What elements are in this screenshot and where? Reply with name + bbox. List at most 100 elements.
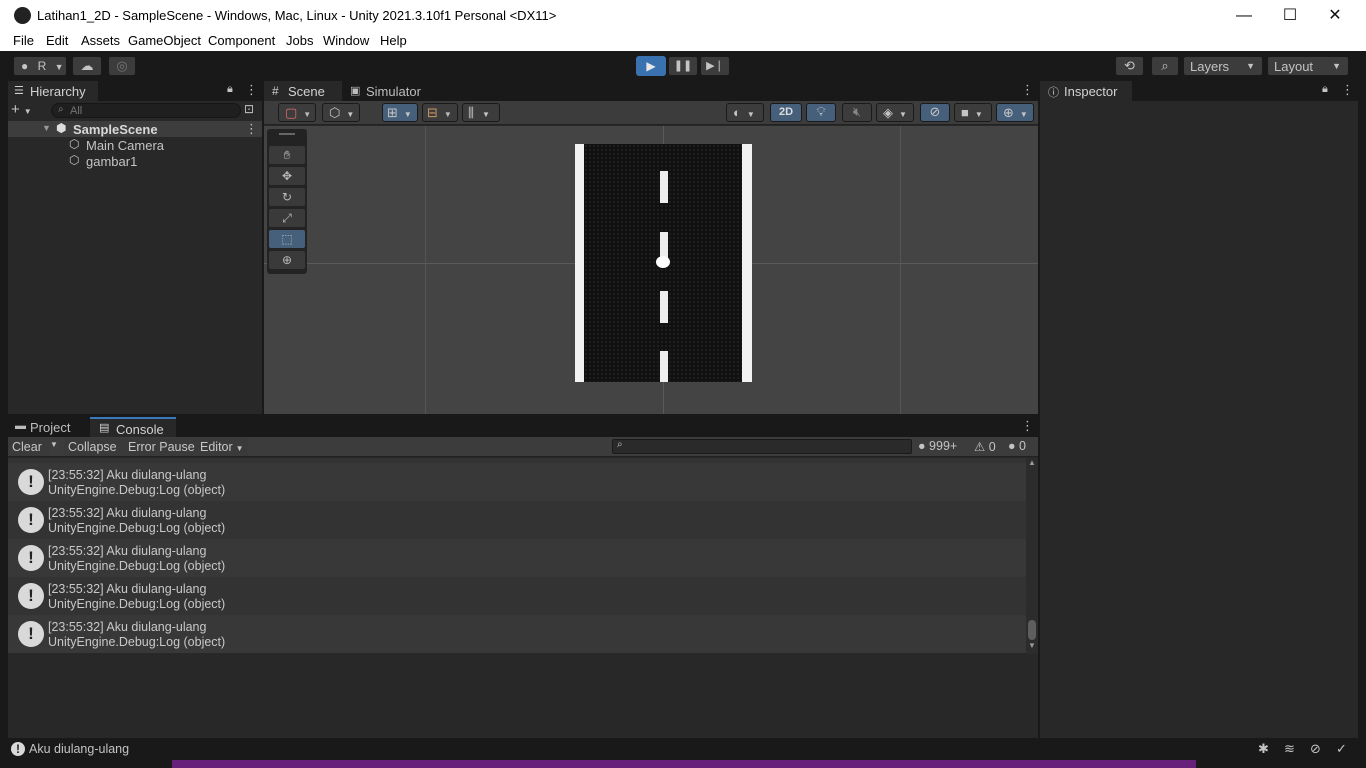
search-button[interactable]: ⌕ — [1151, 56, 1179, 76]
account-icon: ● — [21, 59, 29, 73]
error-count-toggle[interactable]: ● 0 — [1008, 439, 1026, 453]
list-item[interactable]: ! [23:55:32] Aku diulang-ulang UnityEngin… — [8, 539, 1026, 577]
transform-tool-button[interactable]: ⊕ — [269, 251, 305, 269]
audio-toggle[interactable]: 🔇︎ — [842, 103, 872, 122]
align-icon: ⫼ — [468, 105, 474, 120]
cache-server-icon[interactable]: ≋ — [1284, 741, 1295, 757]
list-item[interactable]: ! [23:55:32] Aku diulang-ulang UnityEngin… — [8, 615, 1026, 653]
more-options-icon[interactable]: ⋮ — [245, 82, 258, 98]
warning-count: 0 — [988, 440, 996, 454]
layout-dropdown[interactable]: Layout ▼ — [1267, 56, 1349, 76]
add-object-button[interactable]: + ▼ — [11, 102, 41, 118]
chevron-down-icon: ▼ — [1332, 61, 1341, 71]
menu-bar: File Edit Assets GameObject Component Jo… — [0, 31, 1366, 51]
hand-tool-button[interactable]: ✋︎ — [269, 146, 305, 164]
toggle-2d-button[interactable]: 2D — [770, 103, 802, 122]
menu-jobs[interactable]: Jobs — [286, 33, 313, 48]
account-dropdown[interactable]: ● R ▼ — [13, 56, 67, 76]
scene-search-icon[interactable]: ⊡ — [244, 102, 254, 116]
render-mode-dropdown[interactable]: ⬡ ▼ — [322, 103, 360, 122]
gizmos-dropdown[interactable]: ⊕ ▼ — [996, 103, 1034, 122]
scrollbar-thumb[interactable] — [1028, 620, 1036, 640]
scene-canvas[interactable]: ✋︎ ✥ ↻ ⤢ ⬚ ⊕ — [264, 126, 1038, 414]
undo-history-button[interactable]: ⟲ — [1115, 56, 1144, 76]
shading-mode-dropdown[interactable]: ◐ ▼ — [726, 103, 764, 122]
tab-scene[interactable]: # Scene — [264, 81, 342, 101]
console-scrollbar[interactable]: ▲ ▼ — [1026, 458, 1038, 654]
menu-assets[interactable]: Assets — [81, 33, 120, 48]
increment-snap-dropdown[interactable]: ⊟ ▼ — [422, 103, 458, 122]
snap-grid-dropdown[interactable]: ⊞ ▼ — [382, 103, 418, 122]
console-search-input[interactable]: ⌕ — [612, 439, 912, 454]
list-item[interactable]: ! [23:55:32] Aku diulang-ulang UnityEngin… — [8, 463, 1026, 501]
drag-handle-icon[interactable] — [279, 133, 295, 135]
layers-dropdown[interactable]: Layers ▼ — [1183, 56, 1263, 76]
maximize-button[interactable]: ☐ — [1267, 0, 1313, 31]
collapse-button[interactable]: Collapse — [64, 438, 124, 456]
more-options-icon[interactable]: ⋮ — [1021, 418, 1034, 434]
hierarchy-item[interactable]: ⬡ gambar1 — [8, 153, 262, 169]
step-button[interactable]: ▶❘ — [700, 56, 730, 76]
list-item[interactable]: ! [23:55:32] Aku diulang-ulang UnityEngin… — [8, 501, 1026, 539]
list-icon: ☰ — [14, 85, 24, 97]
gizmo-globe-icon: ⊕ — [1003, 105, 1014, 120]
checkmark-icon[interactable]: ✓ — [1336, 741, 1347, 757]
clear-options-dropdown[interactable]: ▼ — [50, 440, 62, 449]
bug-icon[interactable]: ✱ — [1258, 741, 1269, 757]
console-log-list: ! [23:55:32] Aku diulang-ulang UnityEngin… — [8, 458, 1026, 654]
draw-mode-dropdown[interactable]: ▢ ▼ — [278, 103, 316, 122]
camera-dropdown[interactable]: ■ ▼ — [954, 103, 992, 122]
editor-dropdown[interactable]: Editor ▼ — [196, 438, 248, 456]
lane-marking — [660, 291, 668, 323]
hierarchy-item-label: gambar1 — [86, 154, 138, 169]
menu-file[interactable]: File — [13, 33, 34, 48]
play-button[interactable]: ▶ — [636, 56, 666, 76]
tab-inspector[interactable]: ⓘ Inspector — [1040, 81, 1132, 101]
effects-dropdown[interactable]: ◈ ▼ — [876, 103, 914, 122]
minimize-button[interactable]: — — [1221, 0, 1267, 31]
more-options-icon[interactable]: ⋮ — [1021, 82, 1034, 98]
error-pause-button[interactable]: Error Pause — [124, 438, 196, 456]
menu-help[interactable]: Help — [380, 33, 407, 48]
move-handle-icon[interactable] — [656, 256, 670, 268]
status-message[interactable]: Aku diulang-ulang — [29, 742, 129, 756]
scene-visibility-toggle[interactable]: ⊘ — [920, 103, 950, 122]
lock-icon[interactable]: 🔒︎ — [227, 83, 233, 96]
hierarchy-scene-row[interactable]: ▼ ⬢ SampleScene ⋮ — [8, 121, 262, 137]
menu-edit[interactable]: Edit — [46, 33, 68, 48]
road-sprite-border[interactable] — [575, 144, 752, 382]
menu-gameobject[interactable]: GameObject — [128, 33, 201, 48]
align-dropdown[interactable]: ⫼ ▼ — [462, 103, 500, 122]
scale-tool-button[interactable]: ⤢ — [269, 209, 305, 227]
more-options-icon[interactable]: ⋮ — [245, 121, 258, 137]
list-item[interactable]: ! [23:55:32] Aku diulang-ulang UnityEngin… — [8, 577, 1026, 615]
auto-generate-lighting-icon[interactable]: ⊘ — [1310, 741, 1321, 757]
hierarchy-search-input[interactable] — [70, 104, 230, 117]
tab-hierarchy[interactable]: ☰ Hierarchy — [8, 81, 98, 101]
pause-button[interactable]: ❚❚ — [668, 56, 698, 76]
close-button[interactable]: ✕ — [1312, 0, 1358, 31]
hierarchy-search-box[interactable]: ⌕ — [51, 103, 241, 118]
warning-count-toggle[interactable]: ⚠ 0 — [974, 439, 996, 454]
scroll-up-icon[interactable]: ▲ — [1028, 458, 1036, 467]
scroll-down-icon[interactable]: ▼ — [1028, 641, 1036, 650]
lighting-toggle[interactable]: 💡︎ — [806, 103, 836, 122]
tab-project[interactable]: ▬ Project — [8, 417, 88, 437]
lock-icon[interactable]: 🔒︎ — [1322, 83, 1328, 96]
menu-component[interactable]: Component — [208, 33, 275, 48]
log-count-toggle[interactable]: ● 999+ — [918, 439, 957, 453]
menu-window[interactable]: Window — [323, 33, 369, 48]
hierarchy-item[interactable]: ⬡ Main Camera — [8, 137, 262, 153]
tab-simulator[interactable]: ▣ Simulator — [344, 81, 434, 101]
tab-console[interactable]: ▤ Console — [90, 417, 176, 437]
rect-tool-button[interactable]: ⬚ — [269, 230, 305, 248]
more-options-icon[interactable]: ⋮ — [1341, 82, 1354, 98]
cloud-button[interactable]: ☁ — [72, 56, 102, 76]
rotate-icon: ↻ — [281, 190, 293, 204]
clear-button[interactable]: Clear — [8, 438, 50, 456]
collab-button[interactable]: ◎ — [108, 56, 136, 76]
move-tool-button[interactable]: ✥ — [269, 167, 305, 185]
rotate-tool-button[interactable]: ↻ — [269, 188, 305, 206]
expand-arrow-icon[interactable]: ▼ — [42, 123, 51, 133]
chevron-down-icon: ▼ — [23, 107, 32, 116]
